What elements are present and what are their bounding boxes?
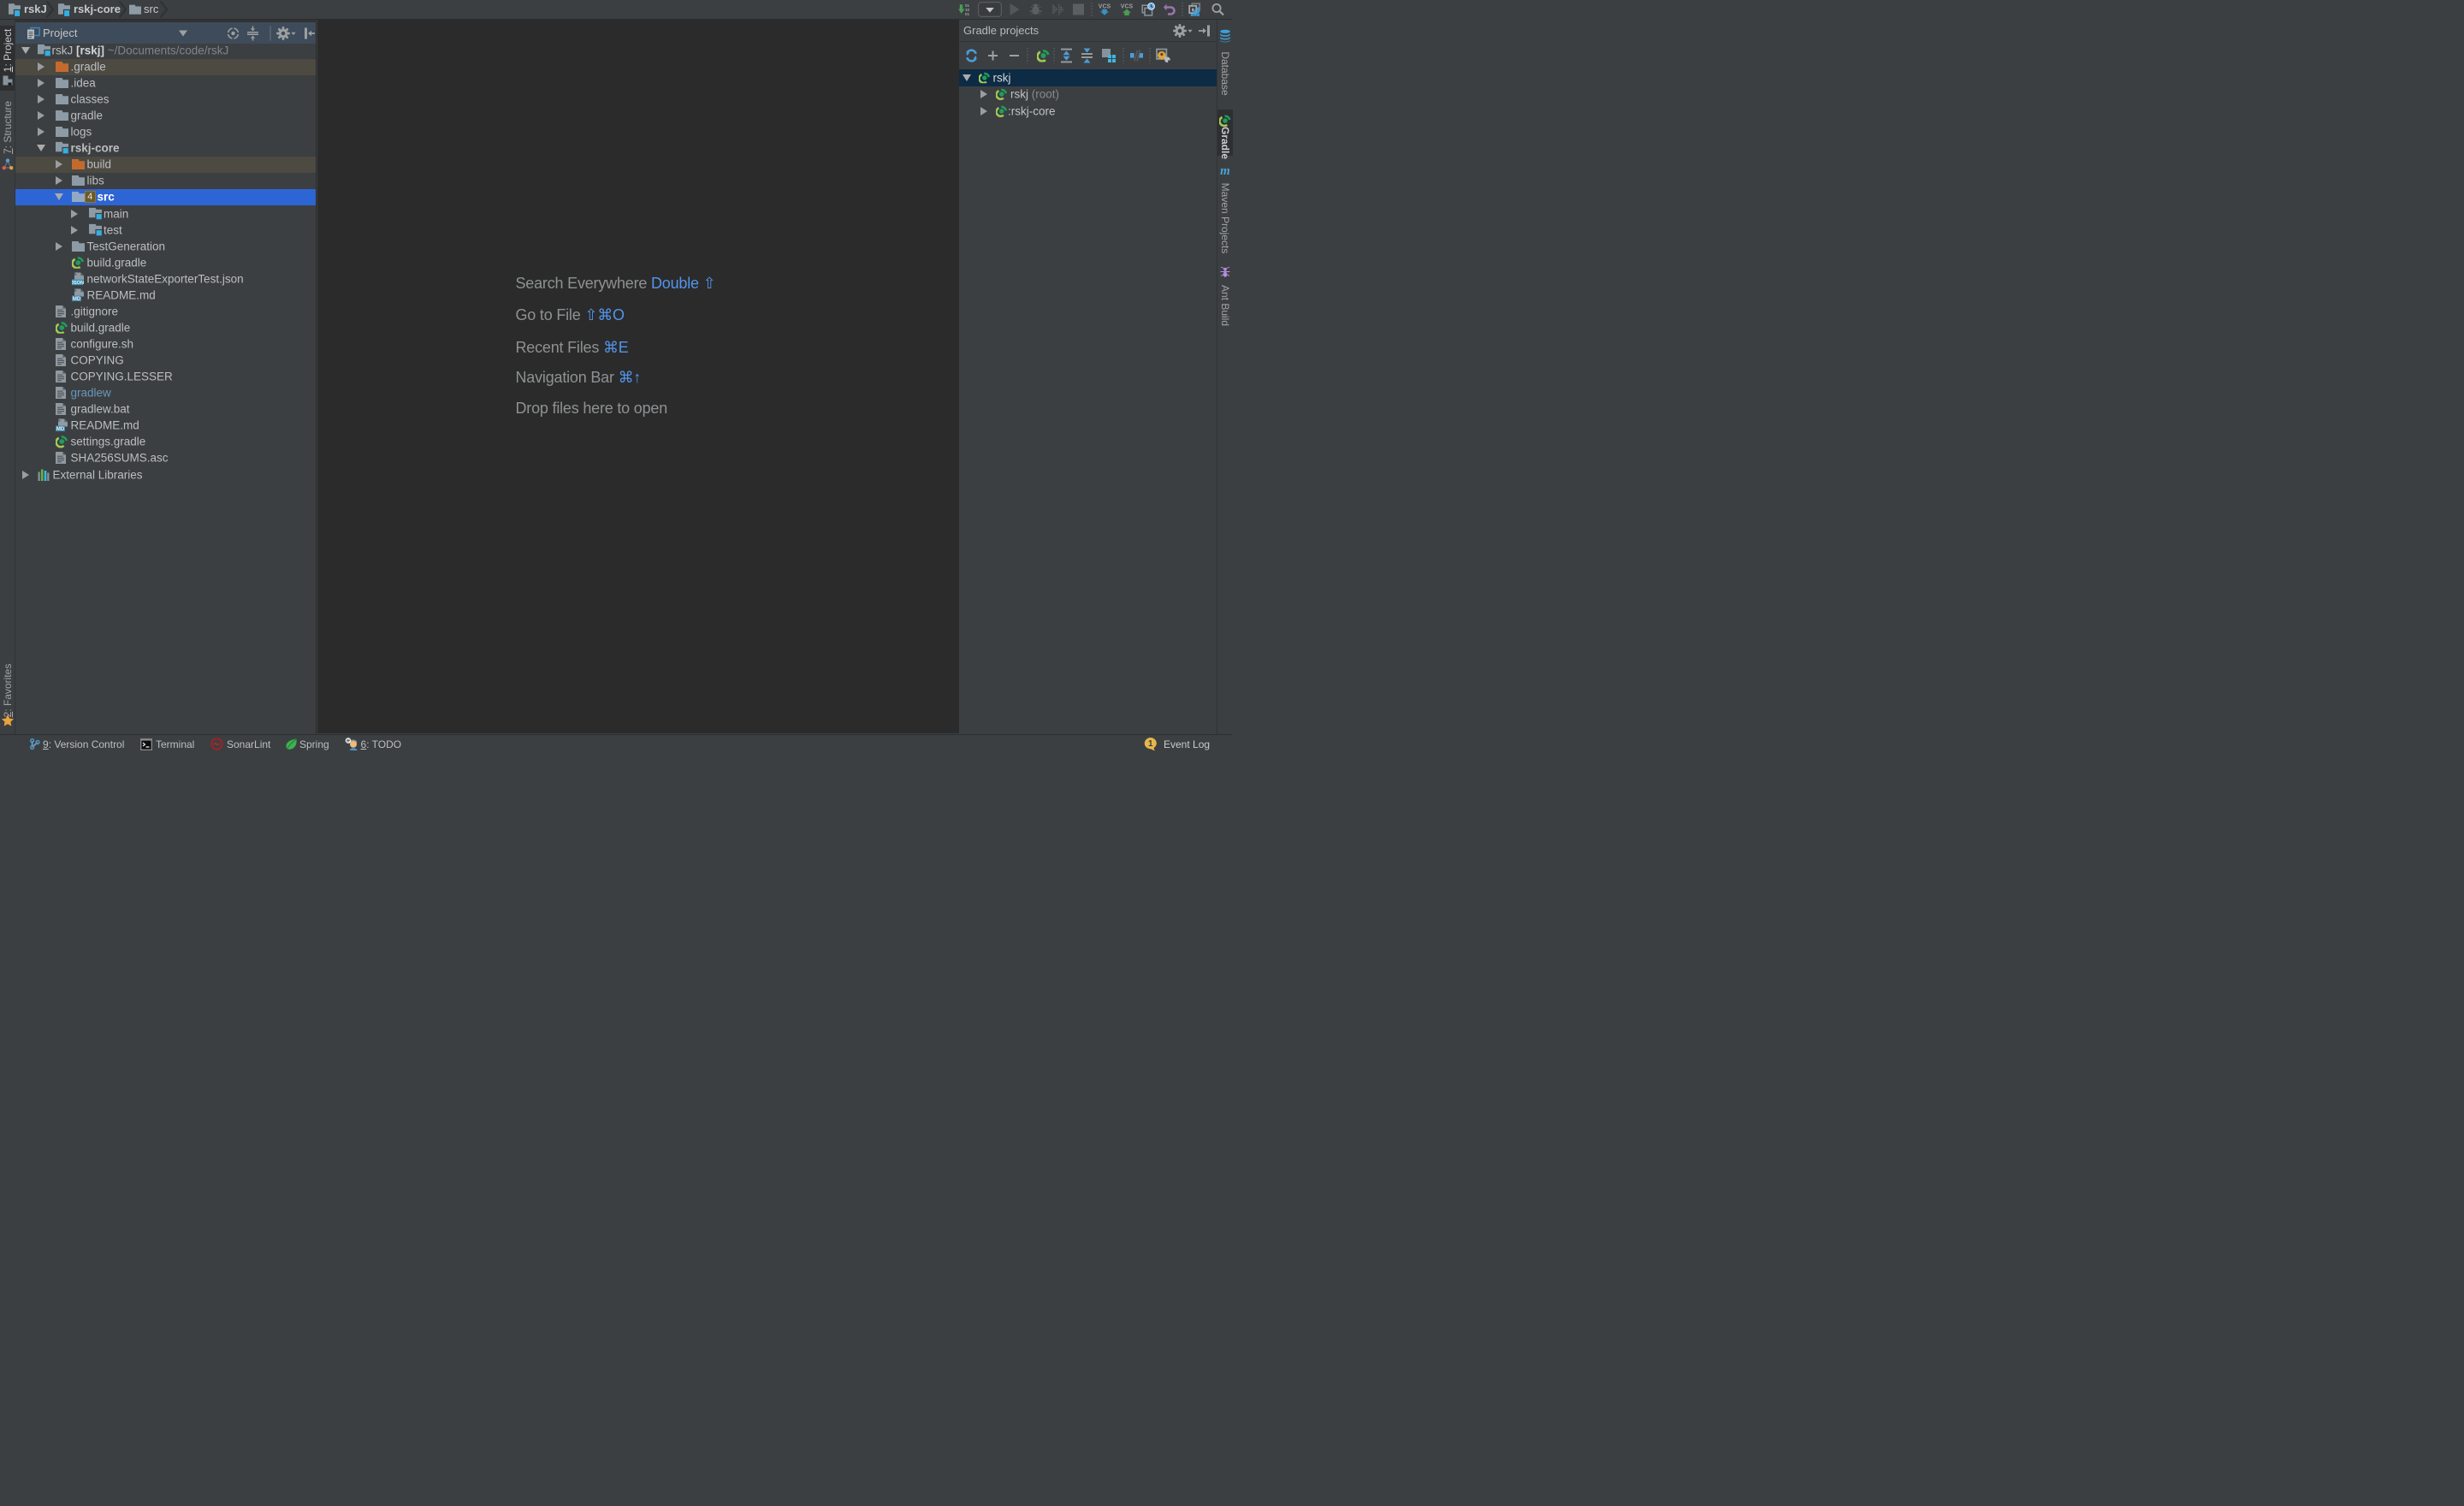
svg-text:MD: MD (73, 297, 81, 302)
svg-text:VCS: VCS (1099, 4, 1111, 10)
svg-text:MD: MD (56, 427, 65, 432)
svg-text:JSON: JSON (72, 281, 84, 286)
svg-text:m: m (1220, 164, 1230, 176)
svg-text:VCS: VCS (1121, 4, 1134, 10)
svg-text:1: 1 (1148, 738, 1153, 748)
svg-text:01: 01 (965, 12, 970, 16)
